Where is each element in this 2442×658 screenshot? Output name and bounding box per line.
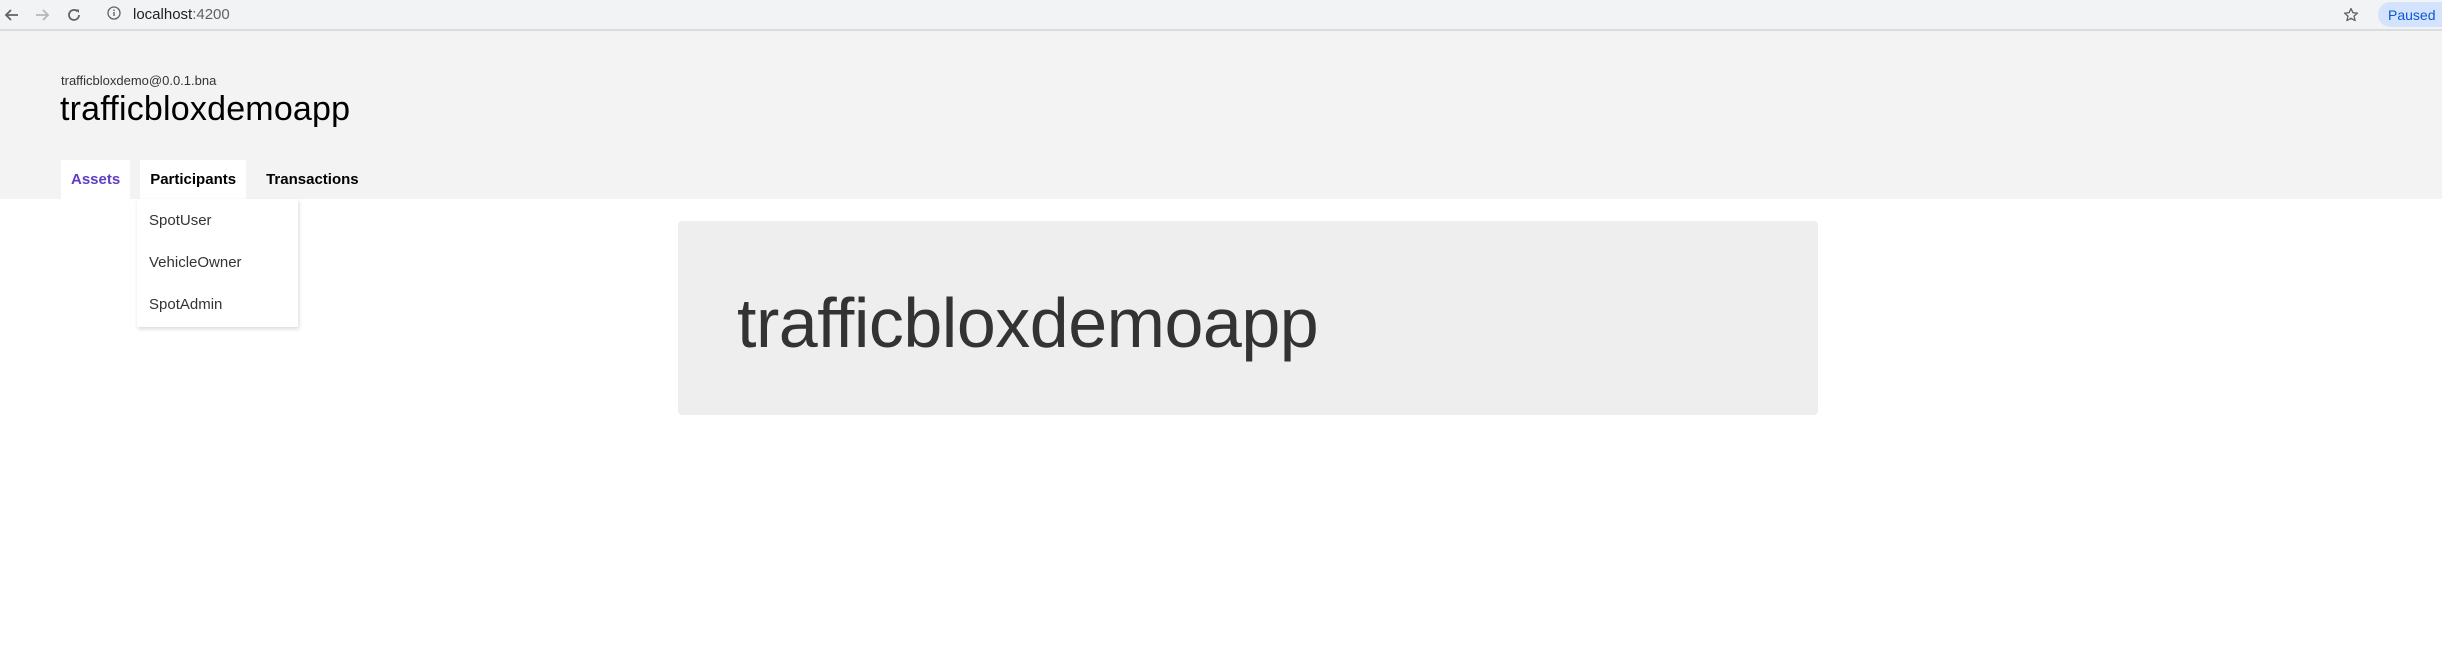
address-bar[interactable]: localhost:4200 [95, 2, 2355, 27]
bookmark-star-button[interactable] [2339, 2, 2363, 27]
reload-icon [68, 8, 80, 21]
menu-item-vehicleowner[interactable]: VehicleOwner [137, 241, 298, 283]
tab-participants[interactable]: Participants [140, 160, 247, 199]
url-port: :4200 [192, 6, 230, 23]
back-arrow-icon [4, 8, 18, 21]
menu-item-spotadmin[interactable]: SpotAdmin [137, 283, 298, 325]
app-title: trafficbloxdemoapp [60, 90, 351, 128]
business-network-id: trafficbloxdemo@0.0.1.bna [61, 73, 217, 88]
menu-item-spotuser[interactable]: SpotUser [137, 199, 298, 241]
hero-banner: trafficbloxdemoapp [678, 221, 1818, 415]
profile-paused-button[interactable]: Paused [2378, 2, 2442, 27]
nav-tabs: Assets Participants Transactions [61, 160, 379, 199]
hero-title: trafficbloxdemoapp [737, 284, 1319, 362]
tab-transactions[interactable]: Transactions [256, 160, 369, 199]
star-icon [2343, 7, 2359, 21]
forward-button[interactable] [30, 0, 54, 29]
participants-dropdown-menu: SpotUser VehicleOwner SpotAdmin [137, 199, 298, 327]
reload-button[interactable] [62, 0, 86, 29]
url-host: localhost [133, 6, 193, 23]
tab-assets[interactable]: Assets [61, 160, 131, 199]
back-button[interactable] [0, 0, 24, 29]
app-header: trafficbloxdemo@0.0.1.bna trafficbloxdem… [0, 31, 2442, 199]
forward-arrow-icon [36, 8, 50, 21]
browser-toolbar: localhost:4200 Paused [0, 0, 2442, 29]
info-icon[interactable] [107, 5, 121, 24]
